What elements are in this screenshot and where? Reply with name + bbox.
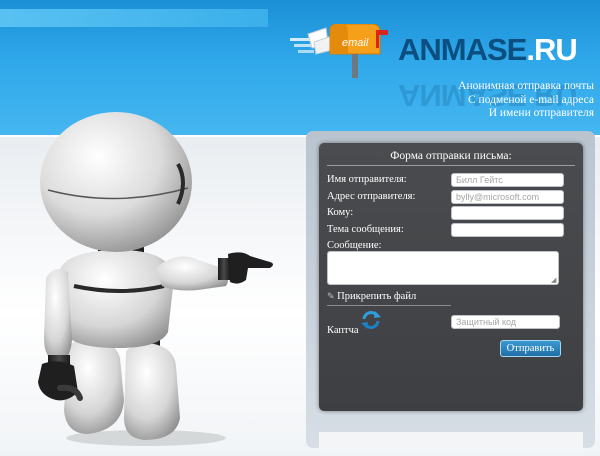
- attach-file-link[interactable]: ✎ Прикрепить файл: [327, 291, 416, 302]
- site-logo[interactable]: email ANMASE.RU: [288, 24, 588, 84]
- tagline-line-3: И имени отправителя: [488, 107, 594, 119]
- bottom-bar: [319, 432, 583, 450]
- sender-name-label: Имя отправителя:: [327, 174, 407, 185]
- page: email ANMASE.RU ANMASE.RU Анонимная отпр…: [0, 0, 600, 456]
- to-label: Кому:: [327, 207, 354, 218]
- sender-address-input[interactable]: [451, 190, 564, 204]
- submit-button[interactable]: Отправить: [500, 340, 561, 357]
- resize-grip-icon[interactable]: ◢: [551, 277, 557, 284]
- title-divider: [327, 165, 575, 166]
- form-title: Форма отправки письма:: [390, 150, 512, 162]
- tagline-line-2: С подменой e-mail адреса: [468, 93, 594, 106]
- tagline-line-1: Анонимная отправка почты: [458, 80, 594, 92]
- header-highlight-bar: [0, 9, 268, 27]
- subject-label: Тема сообщения:: [327, 224, 404, 235]
- robot-mascot-illustration: [38, 112, 273, 446]
- mailbox-icon: email: [290, 24, 388, 78]
- message-textarea[interactable]: [327, 251, 559, 285]
- site-name-main: ANMASE: [398, 32, 527, 67]
- captcha-label: Каптча: [327, 325, 359, 336]
- site-name-tld: .RU: [526, 32, 577, 67]
- sender-address-label: Адрес отправителя:: [327, 191, 416, 202]
- send-form: Форма отправки письма: Имя отправителя: …: [319, 143, 583, 411]
- attach-divider: [327, 305, 451, 306]
- paperclip-icon: ✎: [327, 291, 335, 301]
- tagline: Анонимная отправка почты С подменой e-ma…: [458, 80, 594, 121]
- refresh-captcha-icon[interactable]: [360, 309, 382, 331]
- to-input[interactable]: [451, 206, 564, 220]
- subject-input[interactable]: [451, 223, 564, 237]
- message-label: Сообщение:: [327, 240, 382, 251]
- mailbox-label: email: [342, 37, 369, 49]
- attach-file-label: Прикрепить файл: [337, 291, 417, 302]
- captcha-input[interactable]: [451, 315, 560, 329]
- site-name: ANMASE.RU: [398, 32, 578, 68]
- sender-name-input[interactable]: [451, 173, 564, 187]
